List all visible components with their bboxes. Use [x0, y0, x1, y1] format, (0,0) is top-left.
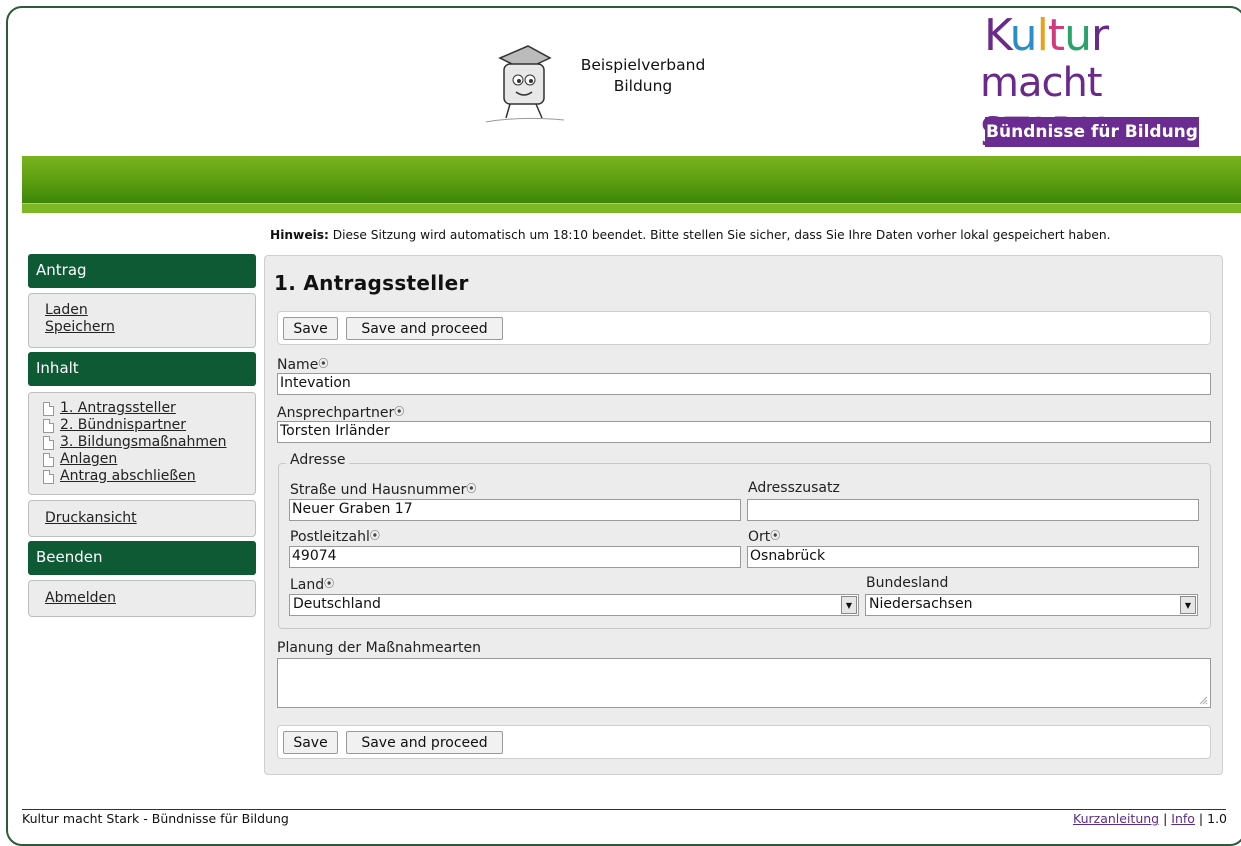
nav-item-antragssteller[interactable]: 1. Antragssteller: [43, 400, 247, 417]
sidebar-inhalt-box: 1. Antragssteller 2. Bündnispartner 3. B…: [28, 392, 256, 495]
country-label: Land⦿: [290, 575, 334, 593]
footer-divider: [22, 809, 1226, 810]
session-notice: Hinweis: Diese Sitzung wird automatisch …: [270, 228, 1110, 242]
street-label: Straße und Hausnummer⦿: [290, 480, 476, 498]
street-label-text: Straße und Hausnummer: [290, 482, 467, 498]
state-select-value: Niedersachsen: [869, 596, 973, 612]
address-addon-field[interactable]: [747, 499, 1199, 521]
document-icon: [43, 401, 54, 416]
quick-guide-link[interactable]: Kurzanleitung: [1073, 811, 1159, 826]
required-icon: ⦿: [369, 531, 380, 542]
brand-word-kultur: Kultur: [984, 10, 1109, 61]
footer-text: Kultur macht Stark - Bündnisse für Bildu…: [22, 811, 289, 826]
contact-person-field[interactable]: Torsten Irländer: [277, 421, 1211, 443]
load-link[interactable]: Laden: [45, 302, 239, 319]
bottom-button-bar: Save Save and proceed: [277, 725, 1211, 759]
notice-label: Hinweis:: [270, 228, 329, 242]
address-legend: Adresse: [286, 452, 350, 468]
street-field[interactable]: Neuer Graben 17: [289, 499, 741, 521]
country-select[interactable]: Deutschland ▼: [289, 594, 859, 616]
nav-link-antrag-abschliessen[interactable]: Antrag abschließen: [60, 468, 196, 485]
resize-grip-icon[interactable]: [1199, 696, 1208, 705]
address-addon-label: Adresszusatz: [748, 480, 840, 496]
nav-link-bildungsmassnahmen[interactable]: 3. Bildungsmaßnahmen: [60, 434, 227, 451]
document-icon: [43, 452, 54, 467]
save-link[interactable]: Speichern: [45, 319, 239, 336]
org-name: Beispielverband Bildung: [568, 55, 718, 97]
required-icon: ⦿: [324, 579, 335, 590]
contact-label-text: Ansprechpartner: [277, 405, 395, 421]
version-text: | 1.0: [1194, 811, 1227, 826]
planning-textarea[interactable]: [277, 658, 1211, 708]
required-icon: ⦿: [318, 359, 329, 370]
dropdown-arrow-icon[interactable]: ▼: [1180, 596, 1196, 614]
zip-label: Postleitzahl⦿: [290, 527, 380, 545]
state-select[interactable]: Niedersachsen ▼: [865, 594, 1198, 616]
org-name-line1: Beispielverband: [580, 56, 706, 74]
info-link[interactable]: Info: [1171, 811, 1195, 826]
green-banner: [22, 156, 1241, 213]
page-header: Beispielverband Bildung Kultur macht STA…: [0, 0, 1241, 158]
country-select-value: Deutschland: [293, 596, 381, 612]
top-button-bar: Save Save and proceed: [277, 311, 1211, 345]
sidebar-header-antrag: Antrag: [28, 254, 256, 288]
state-label: Bundesland: [866, 575, 949, 591]
logout-link[interactable]: Abmelden: [45, 590, 239, 607]
document-icon: [43, 469, 54, 484]
zip-field[interactable]: 49074: [289, 546, 741, 568]
brand-tagline: Bündnisse für Bildung: [985, 117, 1199, 147]
required-icon: ⦿: [394, 407, 405, 418]
kultur-macht-stark-logo: Kultur macht STARK Bündnisse für Bildung: [980, 10, 1210, 156]
contact-label: Ansprechpartner⦿: [277, 403, 404, 421]
org-name-line2: Bildung: [613, 77, 673, 95]
notice-text: Diese Sitzung wird automatisch um 18:10 …: [328, 228, 1111, 242]
country-label-text: Land: [290, 577, 325, 593]
footer-separator: |: [1159, 811, 1172, 826]
sidebar-antrag-box: Laden Speichern: [28, 293, 256, 348]
name-field[interactable]: Intevation: [277, 373, 1211, 395]
nav-item-bildungsmassnahmen[interactable]: 3. Bildungsmaßnahmen: [43, 434, 247, 451]
name-label: Name⦿: [277, 355, 328, 373]
save-and-proceed-button[interactable]: Save and proceed: [346, 731, 503, 754]
save-button[interactable]: Save: [283, 317, 338, 340]
page-title: 1. Antragssteller: [274, 271, 469, 295]
sidebar-logout-box: Abmelden: [28, 580, 256, 617]
nav-item-buendnispartner[interactable]: 2. Bündnispartner: [43, 417, 247, 434]
nav-link-buendnispartner[interactable]: 2. Bündnispartner: [60, 417, 186, 434]
city-label: Ort⦿: [748, 527, 780, 545]
required-icon: ⦿: [466, 484, 477, 495]
name-label-text: Name: [277, 357, 319, 373]
sidebar-print-box: Druckansicht: [28, 500, 256, 537]
sidebar-header-beenden: Beenden: [28, 541, 256, 575]
nav-item-antrag-abschliessen[interactable]: Antrag abschließen: [43, 468, 247, 485]
city-field[interactable]: Osnabrück: [747, 546, 1199, 568]
document-icon: [43, 418, 54, 433]
sidebar-header-inhalt: Inhalt: [28, 352, 256, 386]
zip-label-text: Postleitzahl: [290, 529, 370, 545]
nav-link-antragssteller[interactable]: 1. Antragssteller: [60, 400, 176, 417]
print-view-link[interactable]: Druckansicht: [45, 510, 239, 527]
city-label-text: Ort: [748, 529, 771, 545]
save-button[interactable]: Save: [283, 731, 338, 754]
dropdown-arrow-icon[interactable]: ▼: [841, 596, 857, 614]
save-and-proceed-button[interactable]: Save and proceed: [346, 317, 503, 340]
required-icon: ⦿: [770, 531, 781, 542]
document-icon: [43, 435, 54, 450]
footer-links: Kurzanleitung | Info | 1.0: [1073, 811, 1227, 826]
nav-link-anlagen[interactable]: Anlagen: [60, 451, 117, 468]
planning-label: Planung der Maßnahmearten: [277, 640, 481, 656]
book-mascot-logo: [485, 45, 565, 123]
nav-item-anlagen[interactable]: Anlagen: [43, 451, 247, 468]
